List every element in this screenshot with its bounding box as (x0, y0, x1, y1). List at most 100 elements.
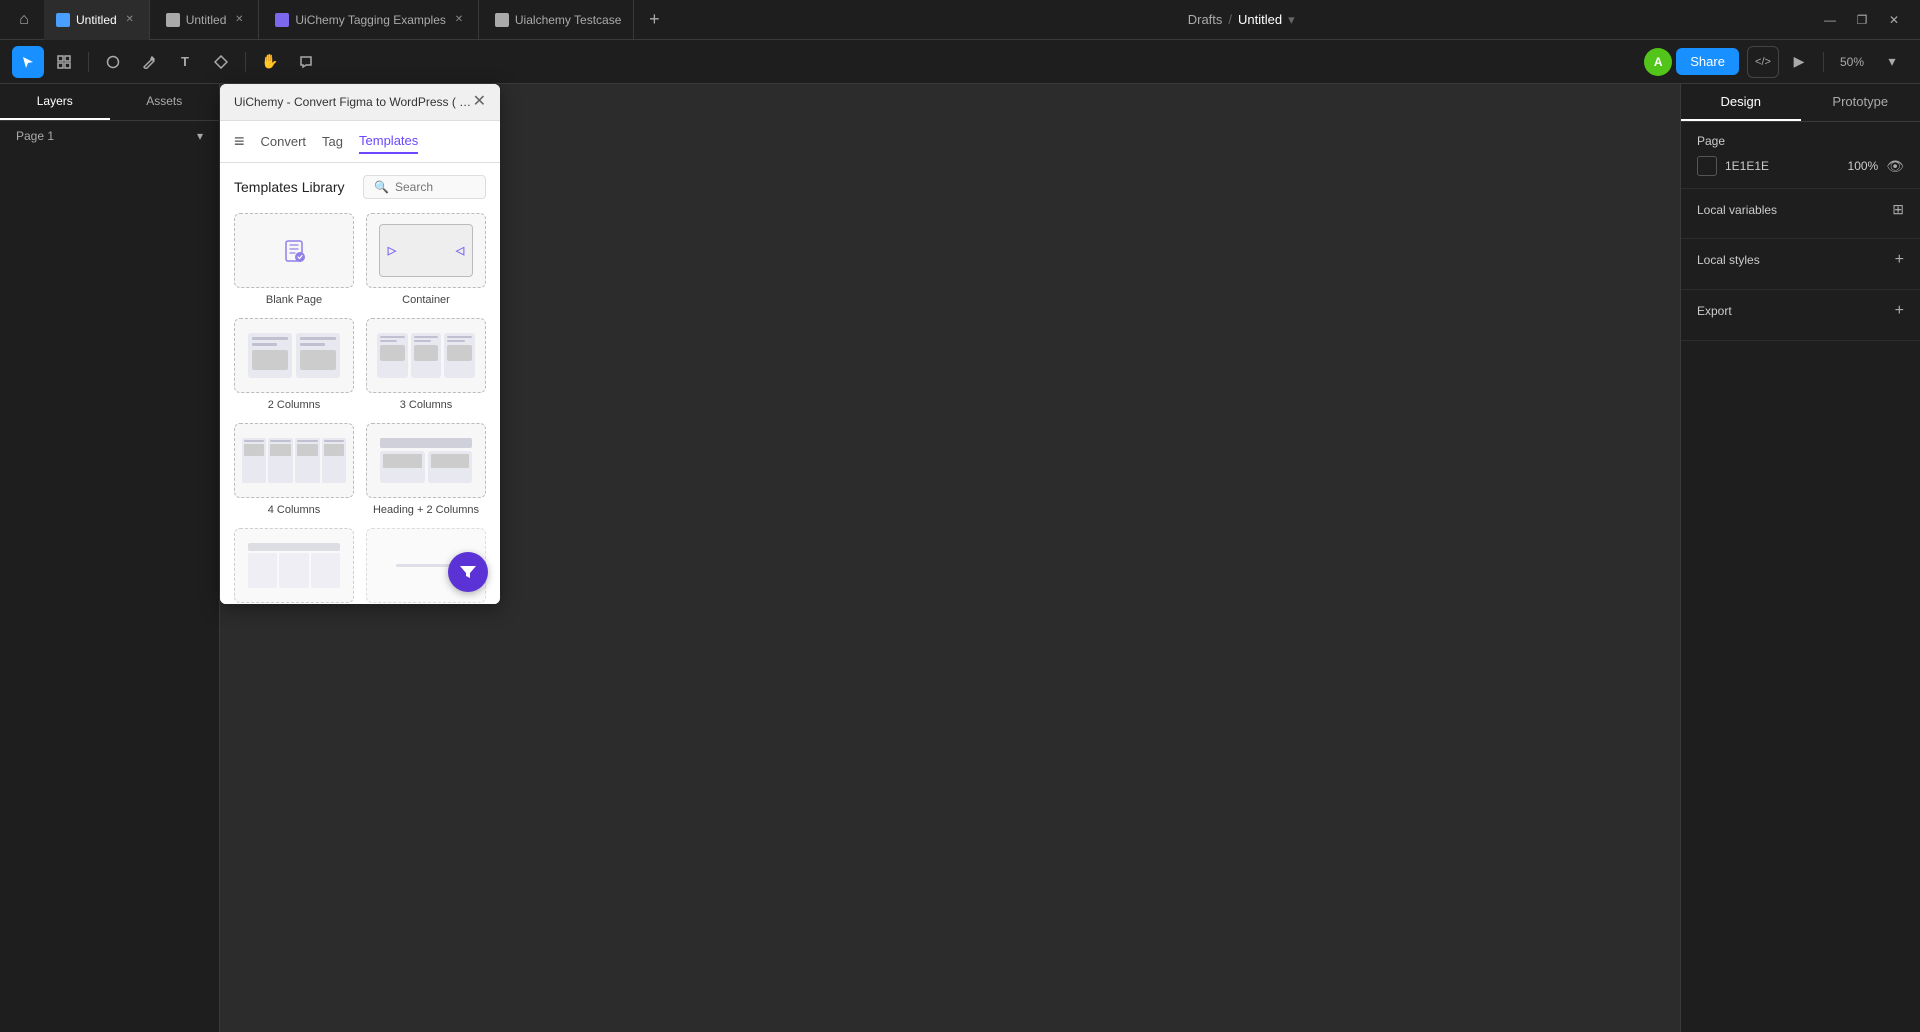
zoom-display[interactable]: 50% (1832, 51, 1872, 73)
right-section-page-header: Page (1697, 134, 1904, 148)
plugin-nav-convert[interactable]: Convert (261, 130, 307, 153)
tab-design[interactable]: Design (1681, 84, 1801, 121)
plugin-header: UiChemy - Convert Figma to WordPress ( E… (220, 84, 500, 121)
local-variables-icon[interactable]: ⊞ (1892, 201, 1904, 218)
template-name-blank-page: Blank Page (234, 294, 354, 306)
local-styles-add-button[interactable]: + (1895, 251, 1904, 269)
tab-uialchemy[interactable]: UiChemy Tagging Examples ✕ (263, 0, 479, 40)
thumb-4col-4 (322, 438, 347, 483)
thumb-heading-cols (380, 451, 472, 483)
code-button[interactable]: </> (1747, 46, 1779, 78)
minimize-button[interactable]: — (1816, 6, 1844, 34)
tab-untitled2[interactable]: Untitled ✕ (154, 0, 260, 40)
local-variables-label: Local variables (1697, 203, 1777, 217)
add-tab-button[interactable]: + (638, 4, 670, 36)
home-icon[interactable]: ⌂ (8, 4, 40, 36)
template-thumb-4-columns[interactable] (234, 423, 354, 498)
page-color-value[interactable]: 1E1E1E (1725, 159, 1769, 173)
right-section-local-variables-header: Local variables ⊞ (1697, 201, 1904, 218)
tool-separator-3 (1823, 52, 1824, 72)
thumb-container-arrow-left: ▷ (388, 244, 396, 257)
plugin-nav-tag[interactable]: Tag (322, 130, 343, 153)
tab-label-uialchemy: UiChemy Tagging Examples (295, 13, 446, 27)
page-color-opacity[interactable]: 100% (1848, 159, 1879, 173)
templates-library-header: Templates Library 🔍 (220, 163, 500, 207)
maximize-button[interactable]: ❐ (1848, 6, 1876, 34)
tool-component[interactable] (205, 46, 237, 78)
template-thumb-heading-columns[interactable] (234, 528, 354, 603)
template-card-2-columns[interactable]: 2 Columns (234, 318, 354, 411)
template-card-3-columns[interactable]: 3 Columns (366, 318, 486, 411)
tool-shape[interactable] (97, 46, 129, 78)
template-card-heading-2-columns[interactable]: Heading + 2 Columns (366, 423, 486, 516)
template-thumb-heading-2-columns[interactable] (366, 423, 486, 498)
template-card-container[interactable]: ▷ ◁ Container (366, 213, 486, 306)
thumb-blank-page-icon (235, 214, 353, 287)
thumb-4col-2 (268, 438, 293, 483)
plugin-close-button[interactable]: ✕ (473, 94, 486, 110)
template-thumb-blank-page[interactable] (234, 213, 354, 288)
plugin-title: UiChemy - Convert Figma to WordPress ( E… (234, 95, 473, 109)
template-thumb-2-columns[interactable] (234, 318, 354, 393)
thumb-container-arrow-right: ◁ (456, 244, 464, 257)
tab-favicon-untitled2 (166, 13, 180, 27)
close-button[interactable]: ✕ (1880, 6, 1908, 34)
tab-close-uialchemy[interactable]: ✕ (452, 13, 466, 27)
page-color-row: 1E1E1E 100% 👁 (1697, 156, 1904, 176)
breadcrumb-current[interactable]: Untitled (1238, 12, 1282, 27)
title-bar-center: Drafts / Untitled ▾ (678, 12, 1804, 28)
templates-library-title: Templates Library (234, 179, 345, 195)
tab-label-untitled2: Untitled (186, 13, 227, 27)
local-styles-label: Local styles (1697, 253, 1760, 267)
tab-close-untitled2[interactable]: ✕ (232, 13, 246, 27)
tab-untitled1[interactable]: Untitled ✕ (44, 0, 150, 40)
template-name-heading-2-columns: Heading + 2 Columns (366, 504, 486, 516)
page-color-swatch[interactable] (1697, 156, 1717, 176)
plugin-body: Templates Library 🔍 (220, 163, 500, 604)
thumb-headingcol-visual (244, 539, 344, 592)
fab-funnel-button[interactable] (448, 552, 488, 592)
eye-icon[interactable]: 👁 (1886, 158, 1904, 175)
search-box: 🔍 (363, 175, 486, 199)
thumb-heading-bar (380, 438, 472, 448)
tab-layers[interactable]: Layers (0, 84, 110, 120)
title-bar-right: — ❐ ✕ (1804, 6, 1920, 34)
toolbar: T ✋ A Share </> ▶ 50% ▾ (0, 40, 1920, 84)
thumb-heading2col-visual (376, 434, 476, 487)
play-button[interactable]: ▶ (1783, 46, 1815, 78)
plugin-nav-menu-icon[interactable]: ≡ (234, 131, 245, 152)
right-section-page-label: Page (1697, 134, 1725, 148)
zoom-dropdown-icon[interactable]: ▾ (1876, 46, 1908, 78)
templates-grid: Blank Page ▷ ◁ Container (220, 207, 500, 604)
tab-label-untitled1: Untitled (76, 13, 117, 27)
tool-move[interactable] (12, 46, 44, 78)
thumb-headingcol-cols (248, 553, 340, 588)
template-card-heading-columns[interactable]: Heading Columns (234, 528, 354, 604)
plugin-nav-templates[interactable]: Templates (359, 129, 418, 154)
thumb-2col-right (296, 333, 340, 378)
tool-hand[interactable]: ✋ (254, 46, 286, 78)
export-add-button[interactable]: + (1895, 302, 1904, 320)
template-card-4-columns[interactable]: 4 Columns (234, 423, 354, 516)
template-thumb-container[interactable]: ▷ ◁ (366, 213, 486, 288)
right-section-local-styles: Local styles + (1681, 239, 1920, 290)
tab-assets[interactable]: Assets (110, 84, 220, 120)
right-section-local-styles-header: Local styles + (1697, 251, 1904, 269)
tool-text[interactable]: T (169, 46, 201, 78)
template-thumb-3-columns[interactable] (366, 318, 486, 393)
tool-frame[interactable] (48, 46, 80, 78)
tab-prototype[interactable]: Prototype (1801, 84, 1920, 121)
breadcrumb-dropdown-icon[interactable]: ▾ (1288, 12, 1295, 28)
page-dropdown-icon[interactable]: ▾ (197, 129, 203, 143)
left-panel-tabs: Layers Assets (0, 84, 219, 121)
title-bar-left: ⌂ Untitled ✕ Untitled ✕ UiChemy Tagging … (0, 0, 678, 40)
tool-pen[interactable] (133, 46, 165, 78)
tab-close-untitled1[interactable]: ✕ (123, 13, 137, 27)
share-button[interactable]: Share (1676, 48, 1739, 75)
plugin-nav: ≡ Convert Tag Templates (220, 121, 500, 163)
template-card-blank-page[interactable]: Blank Page (234, 213, 354, 306)
tab-testcase[interactable]: Uialchemy Testcase (483, 0, 635, 40)
breadcrumb: Drafts / Untitled ▾ (1188, 12, 1295, 28)
tool-comment[interactable] (290, 46, 322, 78)
search-input[interactable] (395, 180, 475, 194)
